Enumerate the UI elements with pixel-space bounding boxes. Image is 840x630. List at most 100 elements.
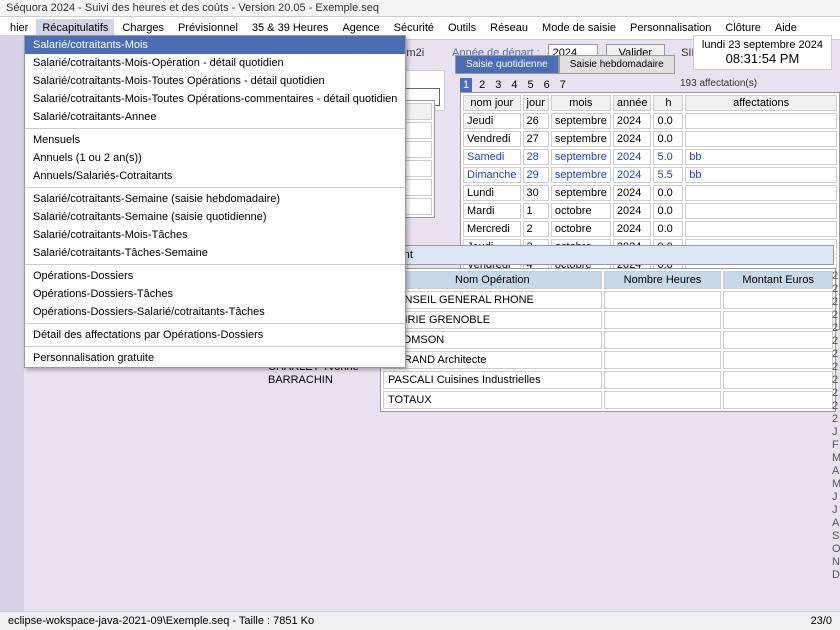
- menu-item[interactable]: Opérations-Dossiers-Salarié/cotraitants-…: [25, 303, 405, 321]
- menu-item[interactable]: Salarié/cotraitants-Mois-Opération - dét…: [25, 54, 405, 72]
- menu-mode-de-saisie[interactable]: Mode de saisie: [536, 19, 622, 37]
- sched-cell[interactable]: septembre: [551, 185, 611, 201]
- menu-item[interactable]: Salarié/cotraitants-Tâches-Semaine: [25, 244, 405, 262]
- sched-cell[interactable]: [685, 203, 837, 219]
- menu-item[interactable]: Salarié/cotraitants-Annee: [25, 108, 405, 126]
- sched-cell[interactable]: bb: [685, 149, 837, 165]
- sched-cell[interactable]: 1: [523, 203, 549, 219]
- page-3[interactable]: 3: [492, 78, 504, 92]
- tab[interactable]: Saisie quotidienne: [455, 55, 559, 74]
- time-text: 08:31:54 PM: [702, 51, 823, 66]
- sched-cell[interactable]: octobre: [551, 221, 611, 237]
- page-5[interactable]: 5: [525, 78, 537, 92]
- strip-char: J: [832, 504, 840, 517]
- strip-char: 2: [832, 309, 840, 322]
- sched-header: année: [613, 95, 652, 111]
- sched-cell[interactable]: 29: [523, 167, 549, 183]
- menu-item[interactable]: Salarié/cotraitants-Mois-Tâches: [25, 226, 405, 244]
- menu-item[interactable]: Opérations-Dossiers-Tâches: [25, 285, 405, 303]
- sched-cell[interactable]: 26: [523, 113, 549, 129]
- sched-cell[interactable]: 0.0: [653, 221, 683, 237]
- ops-cell: THOMSON: [383, 331, 602, 349]
- sched-cell[interactable]: Mercredi: [463, 221, 521, 237]
- menu-item[interactable]: Salarié/cotraitants-Mois-Toutes Opératio…: [25, 72, 405, 90]
- sched-cell[interactable]: Dimanche: [463, 167, 521, 183]
- strip-char: J: [832, 426, 840, 439]
- sched-cell[interactable]: 2024: [613, 167, 652, 183]
- ops-cell: MAIRIE GRENOBLE: [383, 311, 602, 329]
- sched-cell[interactable]: 27: [523, 131, 549, 147]
- sched-cell[interactable]: 0.0: [653, 185, 683, 201]
- sched-cell[interactable]: 2024: [613, 131, 652, 147]
- sched-cell[interactable]: Vendredi: [463, 131, 521, 147]
- sched-cell[interactable]: 28: [523, 149, 549, 165]
- strip-char: M: [832, 452, 840, 465]
- sched-cell[interactable]: [685, 221, 837, 237]
- status-left: eclipse-wokspace-java-2021-09\Exemple.se…: [8, 615, 314, 627]
- sched-cell[interactable]: octobre: [551, 203, 611, 219]
- menu-item[interactable]: Détail des affectations par Opérations-D…: [25, 326, 405, 344]
- tab[interactable]: Saisie hebdomadaire: [559, 55, 675, 74]
- sched-cell[interactable]: septembre: [551, 167, 611, 183]
- sched-cell[interactable]: 2024: [613, 185, 652, 201]
- menu-item[interactable]: Salarié/cotraitants-Mois: [25, 36, 405, 54]
- menu-item[interactable]: Salarié/cotraitants-Semaine (saisie quot…: [25, 208, 405, 226]
- ops-cell: DURAND Architecte: [383, 351, 602, 369]
- sched-cell[interactable]: 5.5: [653, 167, 683, 183]
- sched-cell[interactable]: 0.0: [653, 113, 683, 129]
- sched-cell[interactable]: Jeudi: [463, 113, 521, 129]
- sched-cell[interactable]: [685, 185, 837, 201]
- sched-header: h: [653, 95, 683, 111]
- sched-cell[interactable]: bb: [685, 167, 837, 183]
- strip-char: 2: [832, 400, 840, 413]
- sched-cell[interactable]: septembre: [551, 113, 611, 129]
- menu-separator: [25, 346, 405, 347]
- menu-item[interactable]: Salarié/cotraitants-Mois-Toutes Opératio…: [25, 90, 405, 108]
- sched-cell[interactable]: Mardi: [463, 203, 521, 219]
- page-2[interactable]: 2: [476, 78, 488, 92]
- sched-cell[interactable]: 2024: [613, 149, 652, 165]
- menu-r-seau[interactable]: Réseau: [484, 19, 534, 37]
- menu-item[interactable]: Salarié/cotraitants-Semaine (saisie hebd…: [25, 190, 405, 208]
- ops-cell: PASCALI Cuisines Industrielles: [383, 371, 602, 389]
- page-4[interactable]: 4: [508, 78, 520, 92]
- sched-header: mois: [551, 95, 611, 111]
- strip-char: 2: [832, 322, 840, 335]
- date-text: lundi 23 septembre 2024: [702, 39, 823, 51]
- window-title: Séquora 2024 - Suivi des heures et des c…: [0, 0, 840, 17]
- sched-cell[interactable]: Samedi: [463, 149, 521, 165]
- sched-cell[interactable]: 0.0: [653, 203, 683, 219]
- page-6[interactable]: 6: [541, 78, 553, 92]
- sched-cell[interactable]: [685, 131, 837, 147]
- strip-char: A: [832, 465, 840, 478]
- page-1[interactable]: 1: [460, 78, 472, 92]
- strip-char: 2: [832, 296, 840, 309]
- sched-cell[interactable]: septembre: [551, 131, 611, 147]
- sched-cell[interactable]: 2: [523, 221, 549, 237]
- sched-cell[interactable]: 5.0: [653, 149, 683, 165]
- sched-cell[interactable]: [685, 113, 837, 129]
- sched-cell[interactable]: 2024: [613, 221, 652, 237]
- page-7[interactable]: 7: [557, 78, 569, 92]
- date-box: lundi 23 septembre 2024 08:31:54 PM: [693, 35, 832, 70]
- strip-char: D: [832, 569, 840, 582]
- strip-char: 2: [832, 348, 840, 361]
- ops-header: Nom Opération: [383, 271, 602, 289]
- sched-cell[interactable]: 30: [523, 185, 549, 201]
- ops-header: Nombre Heures: [604, 271, 722, 289]
- menu-outils[interactable]: Outils: [442, 19, 482, 37]
- strip-char: 2: [832, 374, 840, 387]
- menu-item[interactable]: Personnalisation gratuite: [25, 349, 405, 367]
- menu-item[interactable]: Annuels/Salariés-Cotraitants: [25, 167, 405, 185]
- strip-char: S: [832, 530, 840, 543]
- menu-item[interactable]: Annuels (1 ou 2 an(s)): [25, 149, 405, 167]
- menu-item[interactable]: Mensuels: [25, 131, 405, 149]
- employee-name[interactable]: BARRACHIN: [268, 374, 388, 387]
- sched-cell[interactable]: 2024: [613, 113, 652, 129]
- sched-cell[interactable]: Lundi: [463, 185, 521, 201]
- sched-cell[interactable]: 0.0: [653, 131, 683, 147]
- status-right: 23/0: [811, 615, 832, 627]
- sched-cell[interactable]: septembre: [551, 149, 611, 165]
- sched-cell[interactable]: 2024: [613, 203, 652, 219]
- menu-item[interactable]: Opérations-Dossiers: [25, 267, 405, 285]
